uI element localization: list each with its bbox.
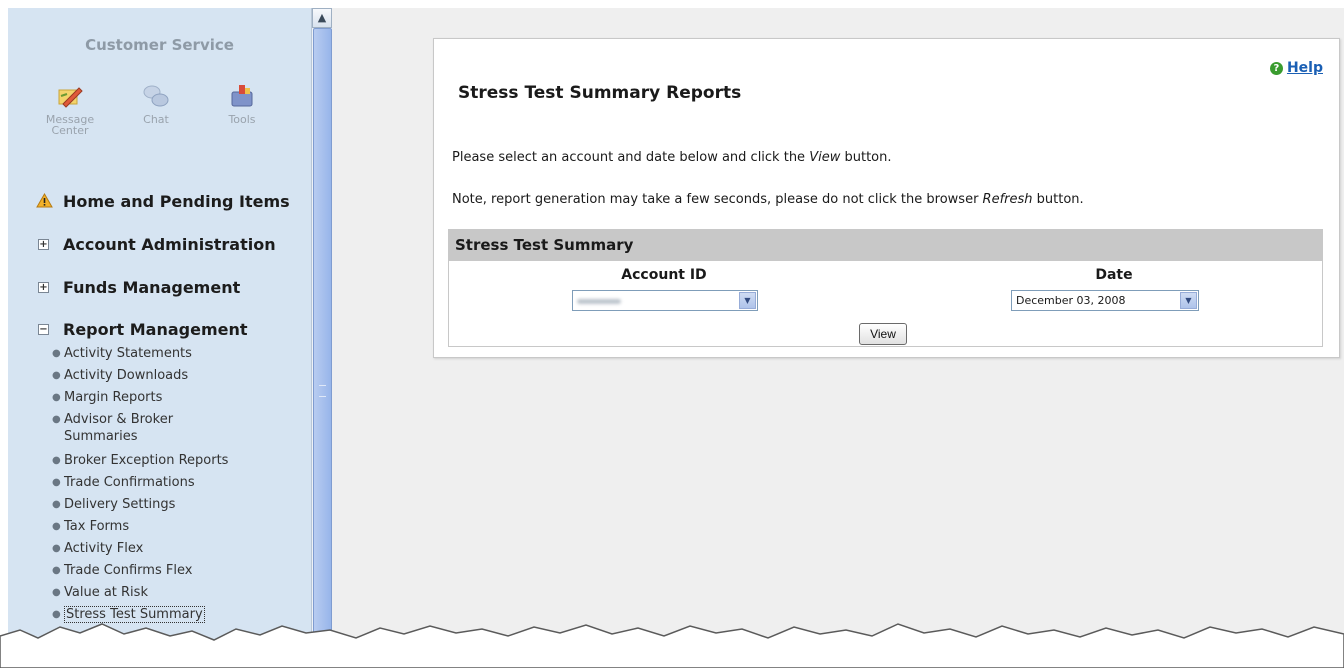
report-trade-confirms-flex[interactable]: ● Trade Confirms Flex	[52, 563, 294, 579]
report-trade-confirmations[interactable]: ● Trade Confirmations	[52, 475, 294, 491]
bullet-icon: ●	[52, 477, 61, 488]
section-header: Stress Test Summary	[448, 229, 1323, 261]
account-id-select[interactable]: ▼	[572, 290, 758, 311]
report-activity-flex[interactable]: ● Activity Flex	[52, 541, 294, 557]
scroll-up-arrow-icon[interactable]: ▲	[312, 8, 332, 28]
report-advisor-broker-line2[interactable]: Summaries	[64, 429, 294, 445]
report-margin-reports[interactable]: ● Margin Reports	[52, 390, 294, 406]
chat-link[interactable]: Chat	[116, 82, 196, 125]
bullet-icon: ●	[52, 370, 61, 381]
nav-funds-label: Funds Management	[63, 278, 241, 297]
report-panel: Stress Test Summary Reports ? Help Please…	[433, 38, 1340, 358]
page-title: Stress Test Summary Reports	[458, 83, 742, 103]
help-link[interactable]: ? Help	[1269, 60, 1323, 76]
nav-account-admin-label: Account Administration	[63, 235, 276, 254]
nav-report-management[interactable]: − Report Management	[38, 320, 248, 339]
pencil-note-icon	[58, 87, 83, 108]
expand-icon[interactable]: +	[38, 239, 49, 250]
date-label: Date	[1095, 267, 1133, 283]
nav-funds-management[interactable]: + Funds Management	[38, 278, 240, 297]
instruction-text-1: Please select an account and date below …	[452, 150, 892, 165]
report-advisor-broker[interactable]: ● Advisor & Broker	[52, 412, 294, 428]
customer-service-title: Customer Service	[85, 36, 234, 54]
redacted-account-value	[577, 298, 621, 304]
bullet-icon: ●	[52, 414, 61, 425]
report-broker-exception[interactable]: ● Broker Exception Reports	[52, 453, 294, 469]
chat-bubbles-icon	[143, 85, 169, 107]
report-activity-statements[interactable]: ● Activity Statements	[52, 346, 294, 362]
help-icon: ?	[1269, 61, 1283, 75]
report-value-at-risk[interactable]: ● Value at Risk	[52, 585, 294, 601]
bullet-icon: ●	[52, 348, 61, 359]
chat-label: Chat	[143, 113, 169, 126]
account-id-label: Account ID	[621, 267, 707, 283]
sidebar-scrollbar[interactable]: ▲	[311, 8, 332, 668]
bullet-icon: ●	[52, 565, 61, 576]
nav-home-pending[interactable]: Home and Pending Items	[36, 192, 290, 211]
app-window: Customer Service Message Center Chat Too…	[8, 8, 1344, 668]
tools-link[interactable]: Tools	[202, 82, 282, 125]
message-center-label-2: Center	[51, 124, 89, 137]
bullet-icon: ●	[52, 543, 61, 554]
torn-edge-decoration	[0, 623, 1344, 668]
date-select[interactable]: December 03, 2008 ▼	[1011, 290, 1199, 311]
bullet-icon: ●	[52, 499, 61, 510]
report-delivery-settings[interactable]: ● Delivery Settings	[52, 497, 294, 513]
scroll-grip-icon	[319, 385, 326, 397]
sidebar: Customer Service Message Center Chat Too…	[8, 8, 312, 668]
collapse-icon[interactable]: −	[38, 324, 49, 335]
bullet-icon: ●	[52, 392, 61, 403]
date-select-value: December 03, 2008	[1016, 294, 1126, 307]
help-label: Help	[1286, 60, 1323, 76]
nav-home-label: Home and Pending Items	[63, 192, 290, 211]
warning-icon	[36, 193, 53, 208]
toolbox-icon	[231, 85, 253, 107]
view-button[interactable]: View	[859, 323, 907, 345]
nav-account-administration[interactable]: + Account Administration	[38, 235, 276, 254]
dropdown-arrow-icon[interactable]: ▼	[1180, 292, 1197, 309]
bullet-icon: ●	[52, 521, 61, 532]
report-tax-forms[interactable]: ● Tax Forms	[52, 519, 294, 535]
scrollbar-thumb[interactable]	[313, 28, 332, 650]
bullet-icon: ●	[52, 587, 61, 598]
dropdown-arrow-icon[interactable]: ▼	[739, 292, 756, 309]
tools-label: Tools	[228, 113, 256, 126]
nav-report-label: Report Management	[63, 320, 248, 339]
bullet-icon: ●	[52, 455, 61, 466]
expand-icon[interactable]: +	[38, 282, 49, 293]
report-activity-downloads[interactable]: ● Activity Downloads	[52, 368, 294, 384]
message-center-link[interactable]: Message Center	[30, 82, 110, 136]
instruction-text-2: Note, report generation may take a few s…	[452, 192, 1084, 207]
